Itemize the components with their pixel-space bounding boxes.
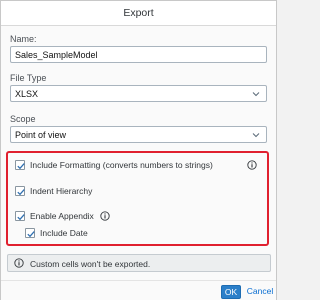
include-date-label: Include Date [40,228,88,238]
file-type-value: XLSX [15,89,39,99]
include-formatting-label: Include Formatting (converts numbers to … [30,160,213,170]
info-icon [14,258,24,268]
scope-select[interactable]: Point of view [10,126,267,143]
checkmark-icon [17,163,25,170]
export-dialog: Export Name: Sales_SampleModel File Type… [0,0,277,300]
file-type-label: File Type [10,73,47,83]
include-date-checkbox[interactable]: Include Date [25,228,125,240]
info-icon[interactable] [247,160,257,170]
indent-hierarchy-checkbox[interactable]: Indent Hierarchy [15,186,135,198]
checkmark-icon [17,214,25,221]
export-options-group: Include Formatting (converts numbers to … [6,151,269,246]
name-input[interactable]: Sales_SampleModel [10,46,267,63]
name-input-value: Sales_SampleModel [15,50,98,60]
enable-appendix-checkbox[interactable]: Enable Appendix [15,211,155,223]
chevron-down-icon [252,133,260,138]
cancel-button[interactable]: Cancel [245,285,275,299]
chevron-down-icon [252,92,260,97]
info-message-strip: Custom cells won't be exported. [7,254,271,272]
dialog-titlebar: Export [1,1,276,26]
scope-label: Scope [10,114,36,124]
checkbox-box[interactable] [25,228,35,238]
name-label: Name: [10,34,37,44]
indent-hierarchy-label: Indent Hierarchy [30,186,93,196]
dialog-footer: OK Cancel [1,280,276,300]
checkbox-box[interactable] [15,211,25,221]
info-icon[interactable] [100,211,110,221]
checkbox-box[interactable] [15,186,25,196]
file-type-select[interactable]: XLSX [10,85,267,102]
scope-value: Point of view [15,130,67,140]
checkbox-box[interactable] [15,160,25,170]
ok-button[interactable]: OK [221,285,241,299]
dialog-title: Export [123,7,154,19]
enable-appendix-label: Enable Appendix [30,211,94,221]
include-formatting-checkbox[interactable]: Include Formatting (converts numbers to … [15,160,265,172]
checkmark-icon [17,189,25,196]
checkmark-icon [27,231,35,238]
info-message-text: Custom cells won't be exported. [30,259,151,269]
